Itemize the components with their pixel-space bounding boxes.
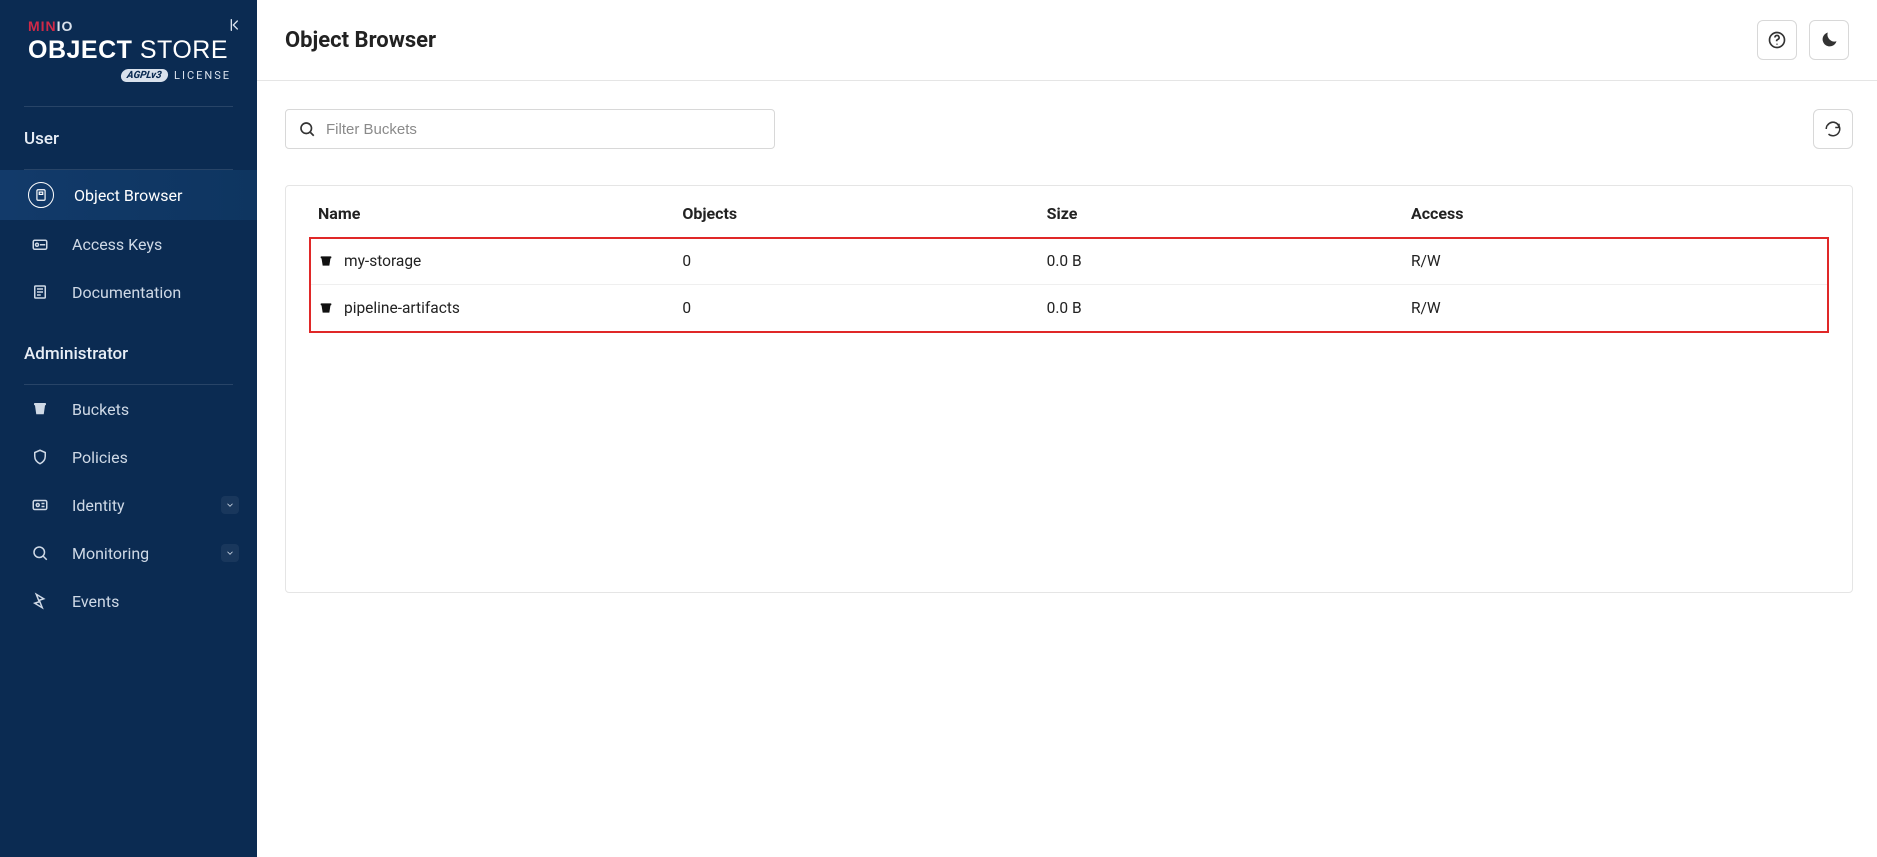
sidebar-item-policies[interactable]: Policies (0, 433, 257, 481)
monitoring-icon (28, 541, 52, 565)
bucket-icon (318, 300, 334, 316)
topbar: Object Browser (257, 0, 1877, 81)
bucket-objects: 0 (674, 285, 1038, 332)
help-icon (1767, 30, 1787, 50)
collapse-icon (228, 17, 244, 33)
bucket-icon (318, 253, 334, 269)
theme-toggle-button[interactable] (1809, 20, 1849, 60)
logo: MINIO OBJECT STORE AGPLv3 LICENSE (0, 0, 257, 98)
sidebar-item-label: Policies (72, 448, 128, 467)
logo-license: AGPLv3 LICENSE (28, 69, 233, 82)
sidebar-user-list: Object Browser Access Keys Documentation (0, 170, 257, 322)
sidebar-item-label: Access Keys (72, 235, 162, 254)
sidebar-item-buckets[interactable]: Buckets (0, 385, 257, 433)
moon-icon (1819, 30, 1839, 50)
sidebar-item-label: Events (72, 592, 119, 611)
policies-icon (28, 445, 52, 469)
events-icon (28, 589, 52, 613)
sidebar: MINIO OBJECT STORE AGPLv3 LICENSE User O… (0, 0, 257, 857)
sidebar-item-access-keys[interactable]: Access Keys (0, 220, 257, 268)
chevron-down-icon (221, 496, 239, 514)
sidebar-item-monitoring[interactable]: Monitoring (0, 529, 257, 577)
logo-brand: MINIO (28, 18, 233, 34)
filter-buckets-search[interactable] (285, 109, 775, 149)
sidebar-item-label: Monitoring (72, 544, 149, 563)
col-header-objects[interactable]: Objects (674, 186, 1038, 238)
logo-brand-min: MIN (28, 18, 57, 34)
logo-title: OBJECT STORE (28, 36, 233, 65)
license-badge: AGPLv3 (121, 69, 169, 82)
col-header-size[interactable]: Size (1039, 186, 1403, 238)
bucket-access: R/W (1403, 238, 1828, 285)
chevron-down-icon (221, 544, 239, 562)
sidebar-section-title-user: User (0, 107, 257, 161)
sidebar-item-label: Identity (72, 496, 125, 515)
sidebar-collapse-button[interactable] (225, 14, 247, 36)
main: Object Browser (257, 0, 1877, 857)
bucket-name: my-storage (344, 252, 421, 270)
sidebar-item-label: Object Browser (74, 186, 182, 205)
license-label: LICENSE (174, 69, 231, 82)
bucket-icon (28, 397, 52, 421)
table-row[interactable]: my-storage 0 0.0 B R/W (310, 238, 1828, 285)
documentation-icon (28, 280, 52, 304)
page-title: Object Browser (285, 28, 436, 53)
refresh-icon (1824, 120, 1842, 138)
bucket-size: 0.0 B (1039, 285, 1403, 332)
logo-title-bold: OBJECT (28, 36, 132, 64)
table-row[interactable]: pipeline-artifacts 0 0.0 B R/W (310, 285, 1828, 332)
sidebar-item-label: Buckets (72, 400, 129, 419)
filter-row (285, 109, 1853, 149)
logo-title-light: STORE (140, 36, 228, 64)
identity-icon (28, 493, 52, 517)
sidebar-section-title-admin: Administrator (0, 322, 257, 376)
sidebar-item-events[interactable]: Events (0, 577, 257, 625)
col-header-access[interactable]: Access (1403, 186, 1828, 238)
sidebar-item-object-browser[interactable]: Object Browser (0, 170, 257, 220)
buckets-body-highlight: my-storage 0 0.0 B R/W (310, 238, 1828, 332)
access-keys-icon (28, 232, 52, 256)
sidebar-item-label: Documentation (72, 283, 181, 302)
search-icon (298, 120, 316, 138)
logo-brand-io: IO (57, 18, 74, 34)
refresh-button[interactable] (1813, 109, 1853, 149)
help-button[interactable] (1757, 20, 1797, 60)
sidebar-item-identity[interactable]: Identity (0, 481, 257, 529)
bucket-access: R/W (1403, 285, 1828, 332)
sidebar-admin-list: Buckets Policies Identity Monitoring (0, 385, 257, 631)
content: Name Objects Size Access my (257, 81, 1877, 857)
sidebar-item-documentation[interactable]: Documentation (0, 268, 257, 316)
table-header-row: Name Objects Size Access (310, 186, 1828, 238)
object-browser-icon (28, 182, 54, 208)
col-header-name[interactable]: Name (310, 186, 674, 238)
top-actions (1757, 20, 1849, 60)
buckets-table: Name Objects Size Access my (310, 186, 1828, 332)
bucket-size: 0.0 B (1039, 238, 1403, 285)
buckets-table-card: Name Objects Size Access my (285, 185, 1853, 593)
bucket-objects: 0 (674, 238, 1038, 285)
bucket-name: pipeline-artifacts (344, 299, 460, 317)
filter-buckets-input[interactable] (326, 121, 762, 138)
